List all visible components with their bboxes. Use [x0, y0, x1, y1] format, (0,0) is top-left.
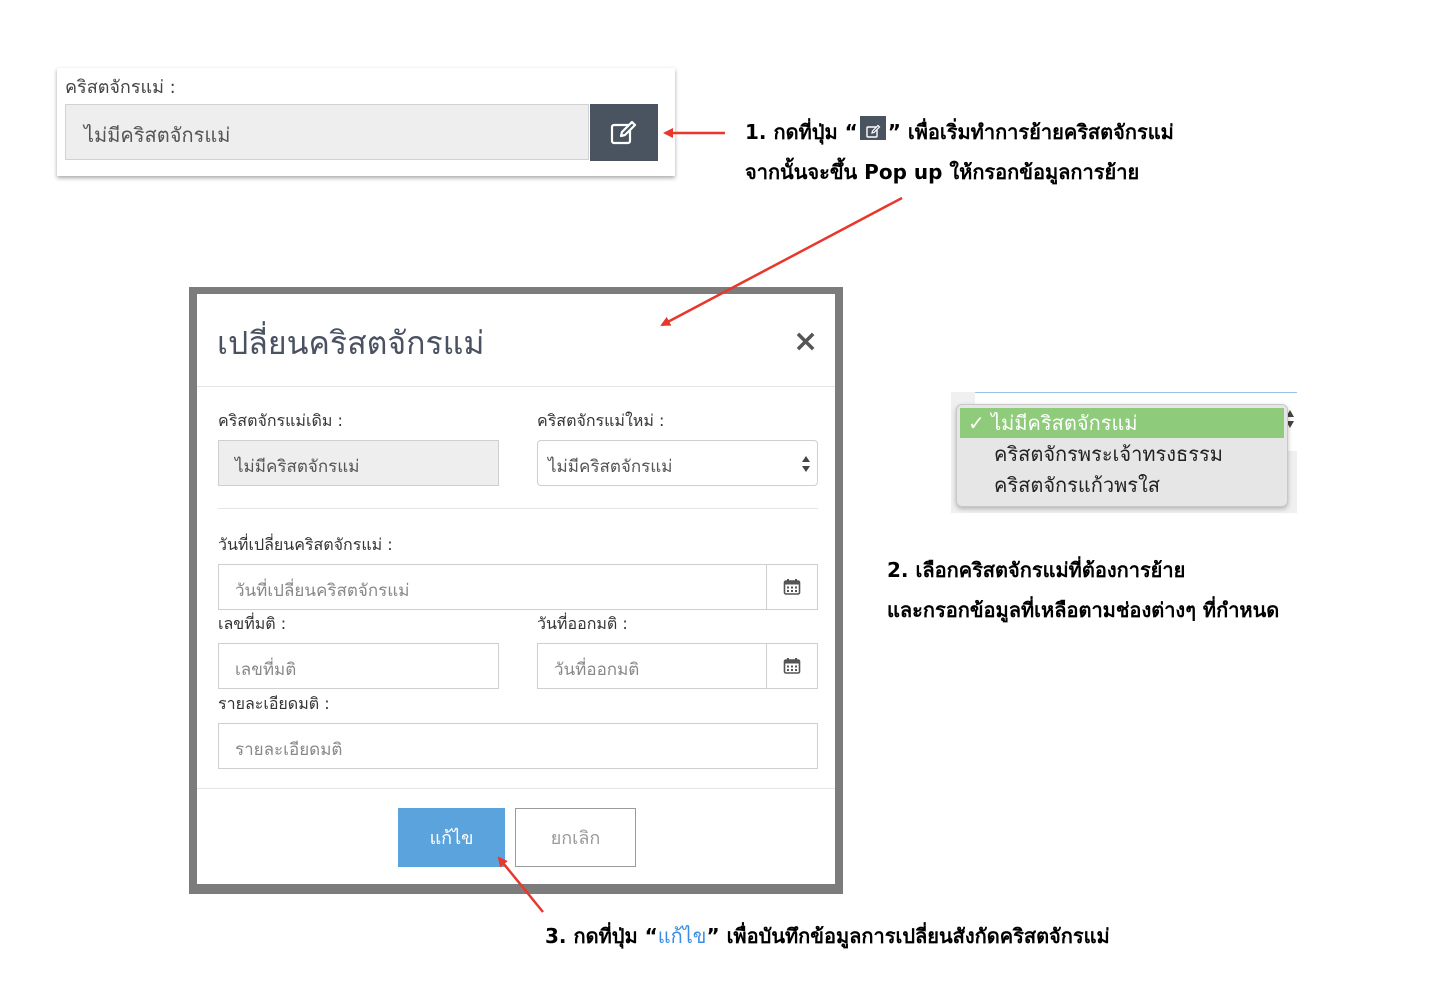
resolution-no-label: เลขที่มติ :	[218, 614, 287, 633]
resolution-no-input[interactable]: เลขที่มติ	[218, 643, 499, 689]
old-church-label: คริสตจักรแม่เดิม :	[218, 411, 343, 430]
old-church-field: ไม่มีคริสตจักรแม่	[218, 440, 499, 486]
form-divider	[218, 508, 818, 509]
instruction-step-1-line2: จากนั้นจะขึ้น Pop up ให้กรอกข้อมูลการย้า…	[745, 160, 1140, 184]
modal-backdrop: เปลี่ยนคริสตจักรแม่ × คริสตจักรแม่เดิม :…	[189, 287, 843, 894]
modal-title: เปลี่ยนคริสตจักรแม่	[217, 324, 485, 362]
edit-parent-church-button[interactable]	[590, 104, 658, 161]
old-church-value: ไม่มีคริสตจักรแม่	[235, 457, 360, 477]
details-placeholder: รายละเอียดมติ	[235, 740, 343, 760]
instruction-step-3: 3. กดที่ปุ่ม “แก้ไข” เพื่อบันทึกข้อมูลกา…	[545, 916, 1110, 956]
instruction-step-2-line2: และกรอกข้อมูลที่เหลือตามช่องต่างๆ ที่กำห…	[887, 598, 1280, 622]
option-church-2[interactable]: คริสตจักรพระเจ้าทรงธรรม	[960, 439, 1284, 469]
change-date-input[interactable]: วันที่เปลี่ยนคริสตจักรแม่	[218, 564, 818, 610]
modal-footer-divider	[197, 788, 835, 789]
details-label: รายละเอียดมติ :	[218, 694, 330, 713]
calendar-icon[interactable]	[766, 565, 817, 609]
select-arrows-icon	[802, 456, 810, 472]
check-icon: ✓	[968, 411, 985, 435]
parent-church-value-box: ไม่มีคริสตจักรแม่	[65, 104, 589, 160]
edit-icon	[859, 116, 886, 140]
change-parent-church-modal: เปลี่ยนคริสตจักรแม่ × คริสตจักรแม่เดิม :…	[197, 294, 835, 884]
save-button[interactable]: แก้ไข	[398, 808, 505, 867]
resolution-no-placeholder: เลขที่มติ	[235, 660, 297, 680]
change-date-label: วันที่เปลี่ยนคริสตจักรแม่ :	[218, 535, 393, 554]
instruction-step-3-pre: 3. กดที่ปุ่ม “	[545, 924, 658, 948]
instruction-step-1: 1. กดที่ปุ่ม “ ” เพื่อเริ่มทำการย้ายคริสต…	[745, 112, 1174, 192]
modal-header-divider	[197, 386, 835, 387]
instruction-step-3-highlight: แก้ไข	[657, 924, 707, 948]
issue-date-placeholder: วันที่ออกมติ	[554, 660, 640, 680]
instruction-step-2-line1: 2. เลือกคริสตจักรแม่ที่ต้องการย้าย	[887, 558, 1186, 582]
instruction-step-1-post: ” เพื่อเริ่มทำการย้ายคริสตจักรแม่	[887, 120, 1174, 144]
close-icon[interactable]: ×	[793, 324, 818, 359]
instruction-step-1-pre: 1. กดที่ปุ่ม “	[745, 120, 858, 144]
option-label: คริสตจักรแก้วพรใส	[994, 473, 1161, 497]
change-date-placeholder: วันที่เปลี่ยนคริสตจักรแม่	[235, 581, 410, 601]
new-church-selected-value: ไม่มีคริสตจักรแม่	[548, 457, 673, 477]
new-church-label: คริสตจักรแม่ใหม่ :	[537, 411, 665, 430]
instruction-step-3-post: ” เพื่อบันทึกข้อมูลการเปลี่ยนสังกัดคริสต…	[706, 924, 1110, 948]
details-input[interactable]: รายละเอียดมติ	[218, 723, 818, 769]
edit-icon	[610, 120, 637, 144]
option-label: ไม่มีคริสตจักรแม่	[991, 411, 1138, 435]
parent-church-label: คริสตจักรแม่ :	[65, 77, 176, 98]
issue-date-input[interactable]: วันที่ออกมติ	[537, 643, 818, 689]
dropdown-snippet: ✓ ไม่มีคริสตจักรแม่ คริสตจักรพระเจ้าทรงธ…	[951, 392, 1297, 513]
new-church-select[interactable]: ไม่มีคริสตจักรแม่	[537, 440, 818, 486]
option-no-parent-church[interactable]: ✓ ไม่มีคริสตจักรแม่	[960, 408, 1284, 438]
parent-church-value: ไม่มีคริสตจักรแม่	[84, 123, 231, 147]
option-church-3[interactable]: คริสตจักรแก้วพรใส	[960, 470, 1284, 500]
option-label: คริสตจักรพระเจ้าทรงธรรม	[994, 442, 1223, 466]
calendar-icon[interactable]	[766, 644, 817, 688]
parent-church-field-card: คริสตจักรแม่ : ไม่มีคริสตจักรแม่	[57, 68, 675, 176]
parent-church-options-list: ✓ ไม่มีคริสตจักรแม่ คริสตจักรพระเจ้าทรงธ…	[956, 404, 1288, 507]
issue-date-label: วันที่ออกมติ :	[537, 614, 628, 633]
cancel-button[interactable]: ยกเลิก	[515, 808, 636, 867]
instruction-step-2: 2. เลือกคริสตจักรแม่ที่ต้องการย้าย และกร…	[887, 550, 1279, 630]
